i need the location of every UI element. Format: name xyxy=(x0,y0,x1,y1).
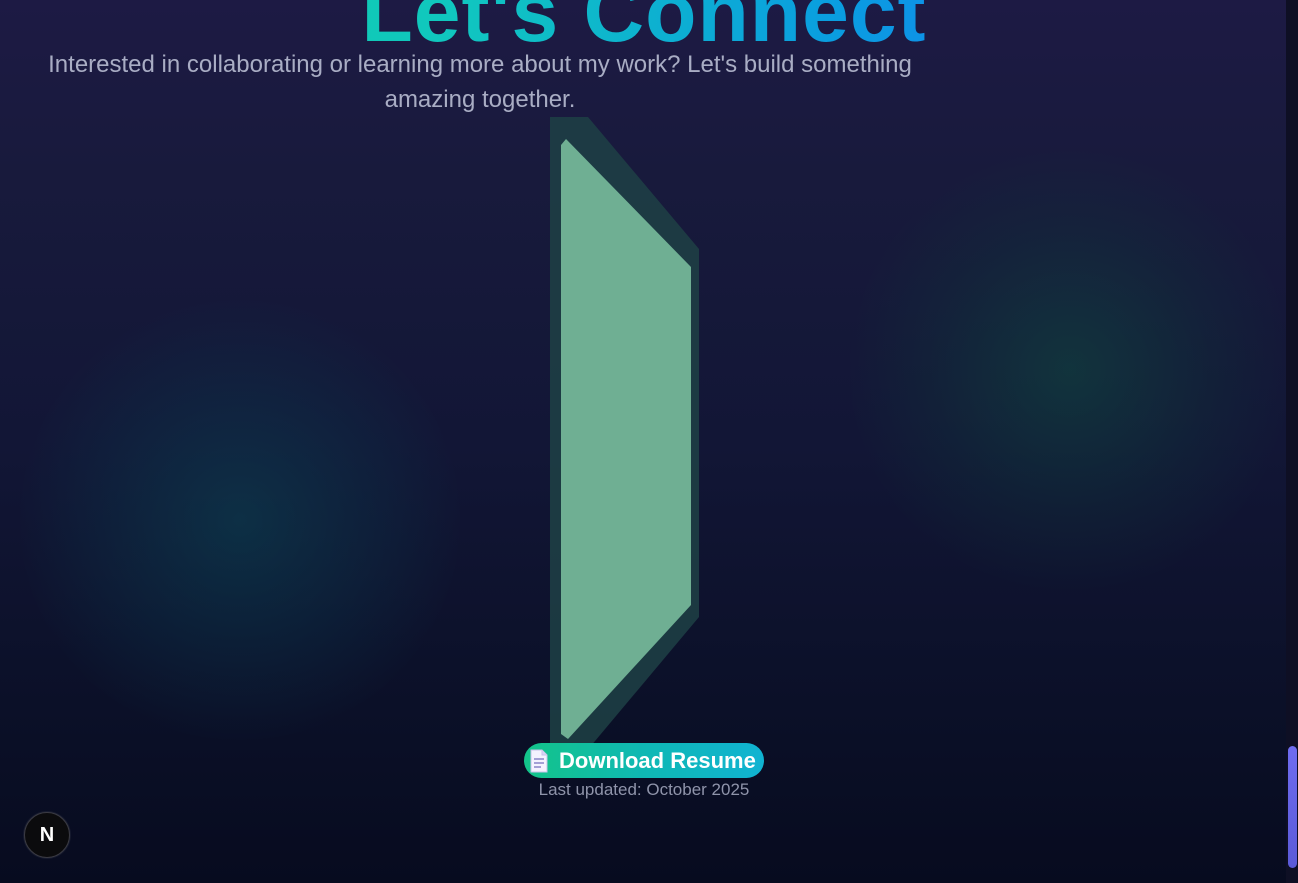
scrollbar-thumb[interactable] xyxy=(1288,746,1297,868)
section-subtitle: Interested in collaborating or learning … xyxy=(48,51,912,113)
background-glow-right xyxy=(850,150,1290,590)
nextjs-dev-badge[interactable]: N xyxy=(24,812,70,858)
last-updated-text: Last updated: October 2025 xyxy=(538,780,750,799)
download-resume-label: Download Resume xyxy=(559,747,756,773)
decorative-shape xyxy=(550,117,699,747)
download-resume-button[interactable]: Download Resume xyxy=(524,743,764,778)
background-glow-left xyxy=(20,300,460,740)
nextjs-icon: N xyxy=(39,823,55,846)
document-icon xyxy=(529,749,549,773)
